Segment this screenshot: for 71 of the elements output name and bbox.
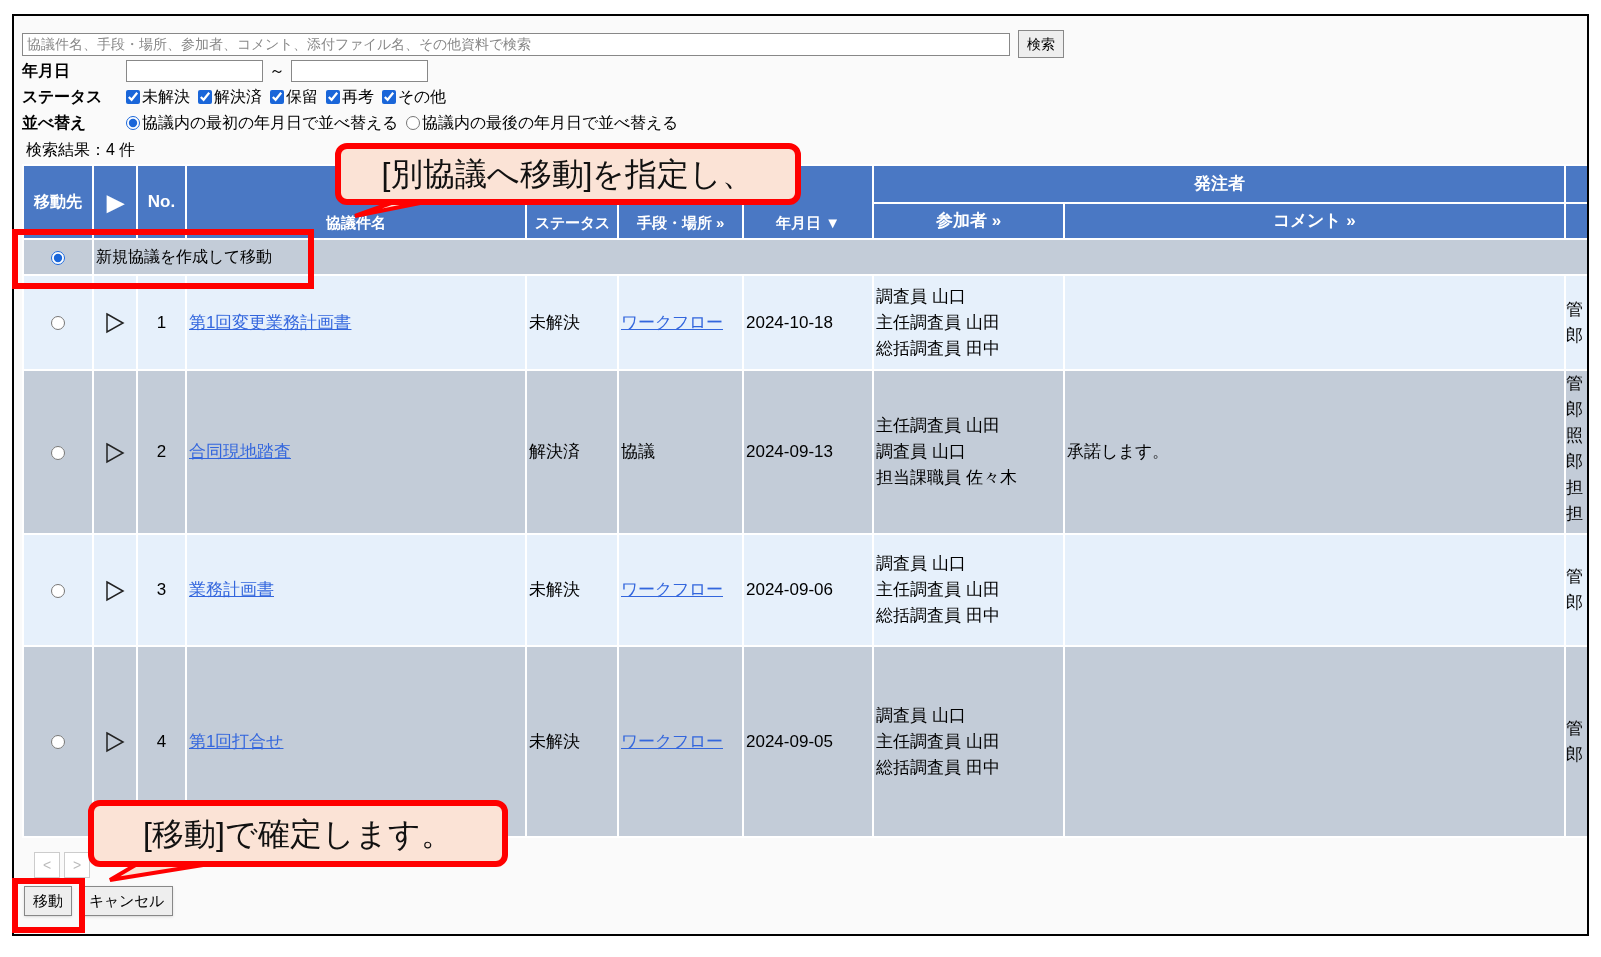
method-link[interactable]: ワークフロー <box>621 731 723 751</box>
comment-text: 承諾します。 <box>1067 442 1169 462</box>
table-cell-text: 照 <box>1567 425 1584 447</box>
radio-button[interactable] <box>406 116 420 130</box>
checkbox[interactable] <box>198 90 212 104</box>
checkbox[interactable] <box>326 90 340 104</box>
option-label: 協議内の最初の年月日で並べ替える <box>142 113 398 133</box>
participant-name: 調査員 山口 <box>876 553 967 575</box>
radio-button[interactable] <box>51 316 65 331</box>
search-field[interactable]: 協議件名、手段・場所、参加者、コメント、添付ファイル名、その他資料で検索 <box>22 32 1010 56</box>
play-icon <box>105 579 125 602</box>
table-cell-text: 郎 <box>1567 324 1584 347</box>
participant-name: 主任調査員 山田 <box>876 579 1001 601</box>
checkbox[interactable] <box>382 90 396 104</box>
play-icon <box>105 441 125 464</box>
radio-button[interactable] <box>51 445 65 460</box>
participant-name: 総括調査員 田中 <box>876 605 1001 627</box>
table-cell-text: 郎 <box>1567 592 1584 614</box>
filter-label: ステータス <box>22 87 103 107</box>
table-cell-text: 郎 <box>1567 399 1584 421</box>
table-cell: 未解決 <box>526 646 618 837</box>
title-link[interactable]: 第1回打合せ <box>189 731 284 751</box>
radio-button[interactable] <box>51 250 65 265</box>
table-cell: 2024-09-05 <box>743 646 873 837</box>
column-header: 発注者 <box>873 165 1565 203</box>
participant-name: 主任調査員 山田 <box>876 415 1001 437</box>
date-from-field[interactable] <box>126 60 263 82</box>
participant-name: 主任調査員 山田 <box>876 311 1001 334</box>
option-label: 保留 <box>286 87 318 107</box>
participant-name: 総括調査員 田中 <box>876 337 1001 360</box>
participant-name: 調査員 山口 <box>876 285 967 308</box>
option-label: 未解決 <box>142 87 190 107</box>
column-header: 参加者 » <box>873 203 1064 239</box>
option-label: 解決済 <box>214 87 262 107</box>
table-cell-text: 管 <box>1567 298 1584 321</box>
filter-label: 並べ替え <box>22 113 87 133</box>
column-header: 移動先 <box>23 165 93 239</box>
result-count: 検索結果：4 件 <box>26 140 136 160</box>
radio-button[interactable] <box>51 583 65 598</box>
filter-label: 年月日 <box>22 61 71 81</box>
play-icon <box>105 312 125 335</box>
radio-button[interactable] <box>51 735 65 750</box>
option-label: 協議内の最後の年月日で並べ替える <box>422 113 678 133</box>
table-cell-text: 郎 <box>1567 743 1584 766</box>
range-separator: ～ <box>268 61 286 81</box>
column-header: コメント » <box>1064 203 1565 239</box>
participant-name: 担当課職員 佐々木 <box>876 467 1018 489</box>
table-cell-text: 郎 <box>1567 451 1584 473</box>
play-icon <box>105 731 125 754</box>
table-cell: 協議 <box>621 442 655 462</box>
table-cell-text: 管 <box>1567 717 1584 740</box>
participant-name: 調査員 山口 <box>876 441 967 463</box>
option-label: その他 <box>398 87 446 107</box>
option-label: 再考 <box>342 87 374 107</box>
checkbox[interactable] <box>270 90 284 104</box>
table-cell: 2 <box>137 370 186 534</box>
checkbox[interactable] <box>126 90 140 104</box>
search-button[interactable]: 検索 <box>1018 30 1064 58</box>
method-link[interactable]: ワークフロー <box>621 312 723 332</box>
title-link[interactable]: 合同現地踏査 <box>189 442 291 462</box>
dialog-button[interactable]: 移動 <box>24 886 72 916</box>
title-link[interactable]: 第1回変更業務計画書 <box>189 312 352 332</box>
participant-name: 調査員 山口 <box>876 704 967 727</box>
date-to-field[interactable] <box>291 60 428 82</box>
participant-name: 総括調査員 田中 <box>876 756 1001 779</box>
table-cell-text: 管 <box>1567 373 1584 395</box>
participant-name: 主任調査員 山田 <box>876 730 1001 753</box>
method-link[interactable]: ワークフロー <box>621 580 723 600</box>
title-link[interactable]: 業務計画書 <box>189 580 274 600</box>
table-cell-text: 管 <box>1567 566 1584 588</box>
radio-button[interactable] <box>126 116 140 130</box>
